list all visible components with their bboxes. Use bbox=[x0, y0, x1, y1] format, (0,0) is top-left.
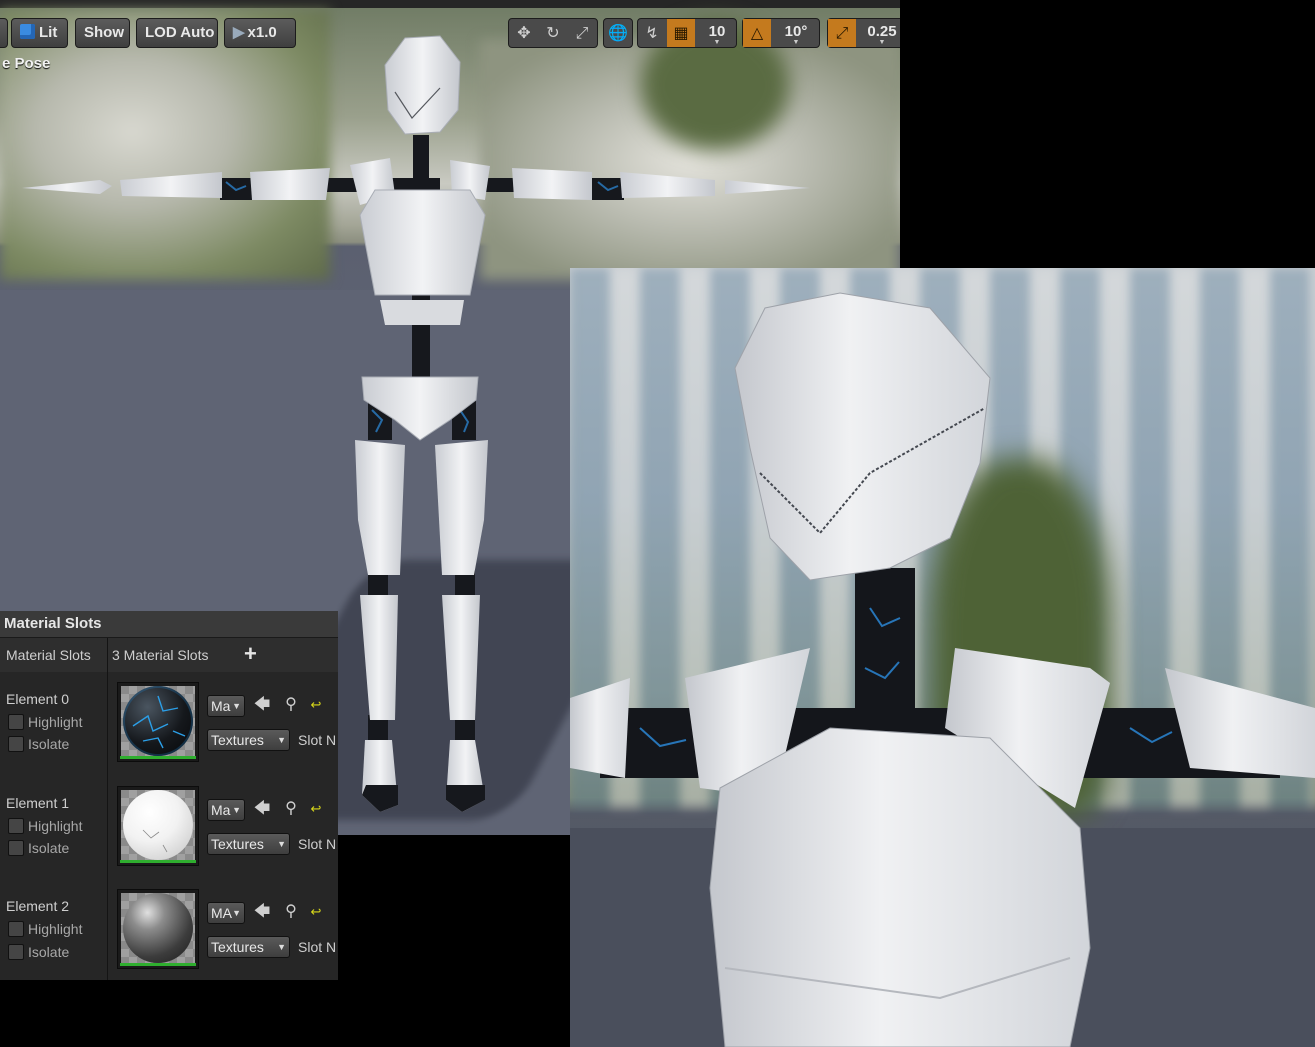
use-selected-arrow-icon[interactable]: 🡄 bbox=[252, 902, 272, 922]
viewport-toolbar: Lit Show LOD Auto ▶ x1.0 ✥ ↻ ⤢ 🌐 ↯ ▦ 10 ▼ … bbox=[0, 16, 900, 50]
robot-closeup bbox=[570, 292, 1315, 1047]
toolbar-menu-button[interactable] bbox=[0, 18, 8, 48]
rotation-snap-value[interactable]: 10° ▼ bbox=[773, 19, 819, 47]
show-button[interactable]: Show bbox=[75, 18, 130, 48]
material-loaded-bar bbox=[120, 756, 196, 759]
material-sphere bbox=[123, 893, 193, 963]
play-speed-button[interactable]: ▶ x1.0 bbox=[224, 18, 296, 48]
isolate-label: Isolate bbox=[28, 840, 70, 856]
reset-icon[interactable]: ↩ bbox=[306, 695, 326, 715]
material-combo[interactable]: MA ▼ bbox=[207, 902, 245, 924]
highlight-checkbox[interactable] bbox=[8, 921, 24, 937]
material-slots-header[interactable]: Material Slots bbox=[0, 611, 338, 638]
material-loaded-bar bbox=[120, 860, 196, 863]
scale-snap-icon[interactable]: ⤢ bbox=[828, 19, 856, 47]
grid-snap-group: ↯ ▦ 10 ▼ bbox=[637, 18, 737, 48]
browse-search-icon[interactable]: ⚲ bbox=[281, 902, 301, 922]
isolate-label: Isolate bbox=[28, 944, 70, 960]
grid-snap-value[interactable]: 10 ▼ bbox=[698, 19, 736, 47]
slots-label: Material Slots bbox=[6, 647, 91, 663]
lod-label: LOD Auto bbox=[145, 24, 215, 41]
isolate-label: Isolate bbox=[28, 736, 70, 752]
element-label: Element 0 bbox=[6, 691, 70, 707]
browse-search-icon[interactable]: ⚲ bbox=[281, 695, 301, 715]
world-local-toggle[interactable]: 🌐 bbox=[603, 18, 633, 48]
rotation-snap-icon[interactable]: △ bbox=[743, 19, 771, 47]
material-sphere bbox=[123, 790, 193, 860]
rotation-snap-group: △ 10° ▼ bbox=[742, 18, 820, 48]
reset-icon[interactable]: ↩ bbox=[306, 799, 326, 819]
crack-pattern-icon bbox=[142, 829, 168, 853]
browse-search-icon[interactable]: ⚲ bbox=[281, 799, 301, 819]
reset-icon[interactable]: ↩ bbox=[306, 902, 326, 922]
grid-snap-icon[interactable]: ▦ bbox=[667, 19, 695, 47]
speed-label: x1.0 bbox=[247, 24, 277, 41]
material-loaded-bar bbox=[120, 963, 196, 966]
lod-button[interactable]: LOD Auto bbox=[136, 18, 218, 48]
material-thumbnail[interactable] bbox=[117, 786, 199, 866]
globe-icon: 🌐 bbox=[608, 23, 628, 42]
isolate-checkbox[interactable] bbox=[8, 736, 24, 752]
textures-combo[interactable]: Textures ▼ bbox=[207, 936, 290, 958]
highlight-label: Highlight bbox=[28, 921, 83, 937]
material-combo[interactable]: Ma ▼ bbox=[207, 695, 245, 717]
scale-icon[interactable]: ⤢ bbox=[568, 19, 596, 47]
highlight-checkbox[interactable] bbox=[8, 818, 24, 834]
textures-combo[interactable]: Textures ▼ bbox=[207, 729, 290, 751]
use-selected-arrow-icon[interactable]: 🡄 bbox=[252, 695, 272, 715]
slots-count: 3 Material Slots bbox=[112, 647, 209, 663]
plus-icon[interactable]: + bbox=[244, 643, 257, 665]
play-icon: ▶ bbox=[233, 24, 245, 41]
cube-icon bbox=[20, 24, 35, 39]
scale-snap-group: ⤢ 0.25 ▼ bbox=[827, 18, 900, 48]
transform-mode-group: ✥ ↻ ⤢ bbox=[508, 18, 598, 48]
slot-name-label: Slot N bbox=[298, 939, 337, 955]
element-label: Element 2 bbox=[6, 898, 70, 914]
closeup-viewport[interactable] bbox=[570, 268, 1315, 1047]
material-slots-row: Material Slots 3 Material Slots + bbox=[0, 638, 338, 672]
material-thumbnail[interactable] bbox=[117, 889, 199, 969]
isolate-checkbox[interactable] bbox=[8, 840, 24, 856]
highlight-label: Highlight bbox=[28, 714, 83, 730]
rotate-icon[interactable]: ↻ bbox=[539, 19, 567, 47]
column-divider bbox=[107, 638, 108, 980]
panel-title: Material Slots bbox=[4, 615, 102, 632]
highlight-checkbox[interactable] bbox=[8, 714, 24, 730]
slot-name-label: Slot N bbox=[298, 836, 337, 852]
material-combo[interactable]: Ma ▼ bbox=[207, 799, 245, 821]
show-label: Show bbox=[84, 24, 124, 41]
crack-pattern-icon bbox=[132, 695, 186, 749]
isolate-checkbox[interactable] bbox=[8, 944, 24, 960]
highlight-label: Highlight bbox=[28, 818, 83, 834]
lit-label: Lit bbox=[39, 24, 58, 41]
material-thumbnail[interactable] bbox=[117, 682, 199, 762]
surface-snap-icon[interactable]: ↯ bbox=[638, 19, 666, 47]
pose-label: e Pose bbox=[2, 55, 51, 72]
element-label: Element 1 bbox=[6, 795, 70, 811]
material-slots-panel: Material Slots Material Slots 3 Material… bbox=[0, 611, 338, 980]
slot-name-label: Slot N bbox=[298, 732, 337, 748]
textures-combo[interactable]: Textures ▼ bbox=[207, 833, 290, 855]
translate-icon[interactable]: ✥ bbox=[510, 19, 538, 47]
material-sphere bbox=[123, 686, 193, 756]
scale-snap-value[interactable]: 0.25 ▼ bbox=[860, 19, 900, 47]
lit-mode-button[interactable]: Lit bbox=[11, 18, 68, 48]
use-selected-arrow-icon[interactable]: 🡄 bbox=[252, 799, 272, 819]
